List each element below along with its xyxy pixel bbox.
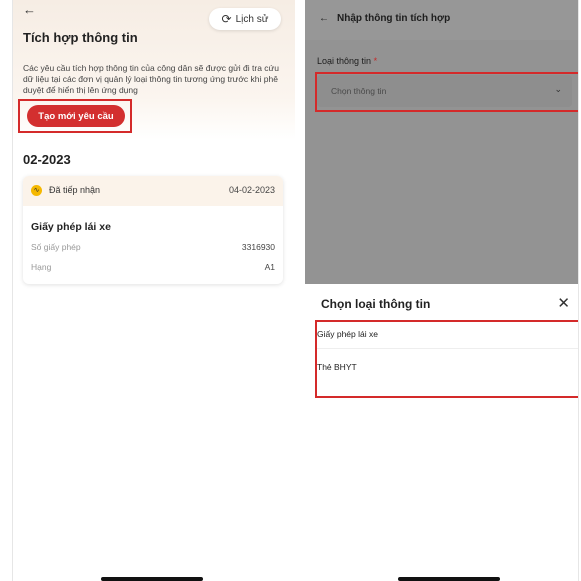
highlight-box-select bbox=[315, 72, 578, 112]
integration-list-screen: ← ⟳ Lịch sử Tích hợp thông tin Các yêu c… bbox=[13, 0, 295, 581]
status-text: Đã tiếp nhận bbox=[49, 185, 101, 195]
highlight-box-options bbox=[315, 320, 578, 398]
sheet-title: Chọn loại thông tin bbox=[321, 297, 431, 311]
home-indicator bbox=[398, 577, 500, 581]
history-icon: ⟳ bbox=[221, 12, 232, 26]
document-title: Giấy phép lái xe bbox=[31, 221, 111, 233]
page-title: Tích hợp thông tin bbox=[23, 30, 138, 45]
modal-overlay[interactable] bbox=[305, 0, 578, 284]
info-type-label-text: Loại thông tin bbox=[317, 56, 372, 66]
bottom-sheet: Chọn loại thông tin ✕ Giấy phép lái xe T… bbox=[305, 284, 578, 581]
home-indicator bbox=[101, 577, 203, 581]
license-class-label: Hạng bbox=[31, 262, 52, 272]
request-card[interactable]: ∿ Đã tiếp nhận 04-02-2023 Giấy phép lái … bbox=[23, 176, 283, 284]
highlight-box-create bbox=[18, 99, 132, 133]
info-type-label: Loại thông tin * bbox=[317, 56, 377, 66]
license-class-value: A1 bbox=[264, 262, 275, 272]
license-number-value: 3316930 bbox=[241, 242, 275, 252]
history-button[interactable]: ⟳ Lịch sử bbox=[209, 8, 281, 30]
screenshot-frame: ← ⟳ Lịch sử Tích hợp thông tin Các yêu c… bbox=[0, 0, 581, 581]
arrow-left-icon[interactable]: ← bbox=[23, 2, 36, 17]
required-mark: * bbox=[373, 56, 378, 66]
integration-input-screen: ← Nhập thông tin tích hợp Loại thông tin… bbox=[305, 0, 578, 581]
month-heading: 02-2023 bbox=[23, 152, 71, 167]
status-date: 04-02-2023 bbox=[228, 185, 275, 195]
screen-title: Nhập thông tin tích hợp bbox=[337, 13, 451, 24]
arrow-left-icon[interactable]: ← bbox=[319, 13, 329, 24]
status-received-icon: ∿ bbox=[31, 185, 42, 196]
history-label: Lịch sử bbox=[235, 13, 269, 25]
close-icon[interactable]: ✕ bbox=[557, 294, 570, 312]
description-text: Các yêu cầu tích hợp thông tin của công … bbox=[23, 63, 279, 95]
license-number-label: Số giấy phép bbox=[31, 242, 81, 252]
frame-divider-right bbox=[578, 0, 579, 581]
